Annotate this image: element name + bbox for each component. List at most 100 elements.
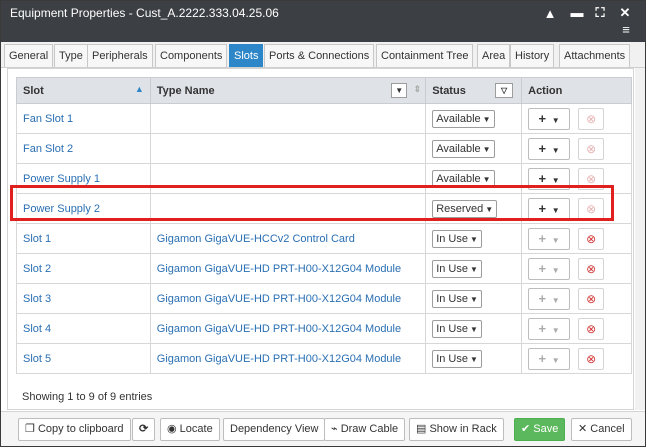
add-action-button[interactable]: + ▼	[528, 167, 571, 190]
slot-cell[interactable]: Slot 2	[16, 253, 151, 284]
tab-components[interactable]: Components	[155, 44, 228, 67]
slot-link[interactable]: Slot 1	[23, 233, 51, 245]
table-row[interactable]: Slot 4 Gigamon GigaVUE-HD PRT-H00-X12G04 …	[16, 313, 632, 344]
type-name-link[interactable]: Gigamon GigaVUE-HD PRT-H00-X12G04 Module	[157, 353, 401, 365]
tab-slots[interactable]: Slots	[229, 44, 264, 67]
save-button[interactable]: ✔ Save	[514, 418, 566, 441]
draw-cable-button[interactable]: ⌁ Draw Cable	[324, 418, 406, 441]
maximize-icon[interactable]: ⛶	[592, 5, 608, 21]
slot-cell[interactable]: Power Supply 2	[16, 193, 151, 224]
table-row[interactable]: Slot 5 Gigamon GigaVUE-HD PRT-H00-X12G04 …	[16, 343, 632, 374]
table-row[interactable]: Power Supply 2 Reserved ▼ + ▼ ⊗	[16, 193, 632, 224]
slot-link[interactable]: Slot 3	[23, 293, 51, 305]
type-name-cell[interactable]: Gigamon GigaVUE-HD PRT-H00-X12G04 Module	[149, 313, 427, 344]
type-name-cell[interactable]	[149, 193, 427, 224]
type-name-link[interactable]: Gigamon GigaVUE-HD PRT-H00-X12G04 Module	[157, 293, 401, 305]
slot-link[interactable]: Slot 4	[23, 323, 51, 335]
add-action-button[interactable]: + ▼	[528, 257, 571, 280]
slot-link[interactable]: Slot 2	[23, 263, 51, 275]
status-dropdown[interactable]: Available ▼	[432, 109, 495, 128]
slot-cell[interactable]: Fan Slot 2	[16, 133, 151, 164]
status-dropdown[interactable]: In Use ▼	[432, 229, 482, 248]
table-row[interactable]: Slot 3 Gigamon GigaVUE-HD PRT-H00-X12G04 …	[16, 283, 632, 314]
type-name-cell[interactable]	[149, 103, 427, 134]
add-action-button[interactable]: + ▼	[528, 227, 571, 250]
sort-icon[interactable]: ⇕	[414, 84, 422, 95]
type-name-cell[interactable]	[149, 163, 427, 194]
cancel-button[interactable]: ✕ Cancel	[571, 418, 632, 441]
table-row[interactable]: Fan Slot 1 Available ▼ + ▼ ⊗	[16, 103, 632, 134]
type-name-cell[interactable]: Gigamon GigaVUE-HCCv2 Control Card	[149, 223, 427, 254]
remove-action-button[interactable]: ⊗	[578, 107, 605, 130]
slot-link[interactable]: Fan Slot 1	[23, 113, 73, 125]
filter-icon[interactable]: ▽	[495, 83, 514, 98]
remove-action-button[interactable]: ⊗	[578, 167, 605, 190]
table-row[interactable]: Power Supply 1 Available ▼ + ▼ ⊗	[16, 163, 632, 194]
remove-action-button[interactable]: ⊗	[578, 317, 605, 340]
status-dropdown[interactable]: In Use ▼	[432, 259, 482, 278]
column-header-type-name[interactable]: Type Name ▼ ⇕	[149, 77, 427, 104]
slot-link[interactable]: Slot 5	[23, 353, 51, 365]
add-action-button[interactable]: + ▼	[528, 197, 571, 220]
copy-to-clipboard-button[interactable]: ❐ Copy to clipboard	[18, 418, 131, 441]
status-dropdown[interactable]: Available ▼	[432, 169, 495, 188]
add-action-button[interactable]: + ▼	[528, 287, 571, 310]
table-row[interactable]: Fan Slot 2 Available ▼ + ▼ ⊗	[16, 133, 632, 164]
tab-containment-tree[interactable]: Containment Tree	[376, 44, 474, 67]
slot-link[interactable]: Power Supply 2	[23, 203, 100, 215]
status-dropdown[interactable]: Reserved ▼	[432, 199, 498, 218]
slot-cell[interactable]: Slot 4	[16, 313, 151, 344]
minimize-icon[interactable]: ▬	[569, 5, 585, 20]
sort-up-icon[interactable]: ▲	[135, 84, 144, 94]
remove-icon: ⊗	[586, 261, 597, 276]
menu-icon[interactable]: ≡	[618, 22, 634, 37]
add-action-button[interactable]: + ▼	[528, 317, 571, 340]
refresh-button[interactable]: ⟳	[132, 418, 156, 441]
remove-action-button[interactable]: ⊗	[578, 197, 605, 220]
close-icon[interactable]: ✕	[617, 5, 633, 21]
type-name-cell[interactable]: Gigamon GigaVUE-HD PRT-H00-X12G04 Module	[149, 283, 427, 314]
slot-cell[interactable]: Power Supply 1	[16, 163, 151, 194]
tab-peripherals[interactable]: Peripherals	[87, 44, 153, 67]
remove-action-button[interactable]: ⊗	[578, 137, 605, 160]
scrollbar[interactable]	[635, 68, 645, 410]
tab-type[interactable]: Type	[54, 44, 88, 67]
type-name-cell[interactable]: Gigamon GigaVUE-HD PRT-H00-X12G04 Module	[149, 253, 427, 284]
type-name-link[interactable]: Gigamon GigaVUE-HD PRT-H00-X12G04 Module	[157, 323, 401, 335]
status-dropdown[interactable]: In Use ▼	[432, 319, 482, 338]
table-row[interactable]: Slot 1 Gigamon GigaVUE-HCCv2 Control Card…	[16, 223, 632, 254]
add-action-button[interactable]: + ▼	[528, 137, 571, 160]
column-header-slot[interactable]: Slot ▲	[16, 77, 151, 104]
slot-cell[interactable]: Slot 3	[16, 283, 151, 314]
slot-link[interactable]: Power Supply 1	[23, 173, 100, 185]
type-name-cell[interactable]	[149, 133, 427, 164]
tab-ports-connections[interactable]: Ports & Connections	[264, 44, 375, 67]
slot-cell[interactable]: Slot 5	[16, 343, 151, 374]
locate-button[interactable]: ◉ Locate	[160, 418, 220, 441]
remove-action-button[interactable]: ⊗	[578, 257, 605, 280]
add-action-button[interactable]: + ▼	[528, 107, 571, 130]
status-dropdown[interactable]: Available ▼	[432, 139, 495, 158]
status-dropdown[interactable]: In Use ▼	[432, 349, 482, 368]
column-header-status[interactable]: Status ▽	[425, 77, 523, 104]
chevron-down-icon[interactable]: ▼	[391, 83, 408, 98]
add-action-button[interactable]: + ▼	[528, 347, 571, 370]
type-name-cell[interactable]: Gigamon GigaVUE-HD PRT-H00-X12G04 Module	[149, 343, 427, 374]
remove-action-button[interactable]: ⊗	[578, 227, 605, 250]
tab-general[interactable]: General	[4, 44, 54, 67]
slot-cell[interactable]: Slot 1	[16, 223, 151, 254]
remove-action-button[interactable]: ⊗	[578, 287, 605, 310]
table-row[interactable]: Slot 2 Gigamon GigaVUE-HD PRT-H00-X12G04 …	[16, 253, 632, 284]
type-name-link[interactable]: Gigamon GigaVUE-HCCv2 Control Card	[157, 233, 355, 245]
dependency-view-button[interactable]: Dependency View	[223, 418, 326, 441]
show-in-rack-button[interactable]: ▤ Show in Rack	[409, 418, 504, 441]
slot-cell[interactable]: Fan Slot 1	[16, 103, 151, 134]
status-dropdown[interactable]: In Use ▼	[432, 289, 482, 308]
remove-action-button[interactable]: ⊗	[578, 347, 605, 370]
tab-attachments[interactable]: Attachments	[559, 44, 631, 67]
tab-area[interactable]: Area	[477, 44, 511, 67]
collapse-icon[interactable]: ▲	[542, 6, 558, 21]
slot-link[interactable]: Fan Slot 2	[23, 143, 73, 155]
tab-history[interactable]: History	[510, 44, 555, 67]
type-name-link[interactable]: Gigamon GigaVUE-HD PRT-H00-X12G04 Module	[157, 263, 401, 275]
